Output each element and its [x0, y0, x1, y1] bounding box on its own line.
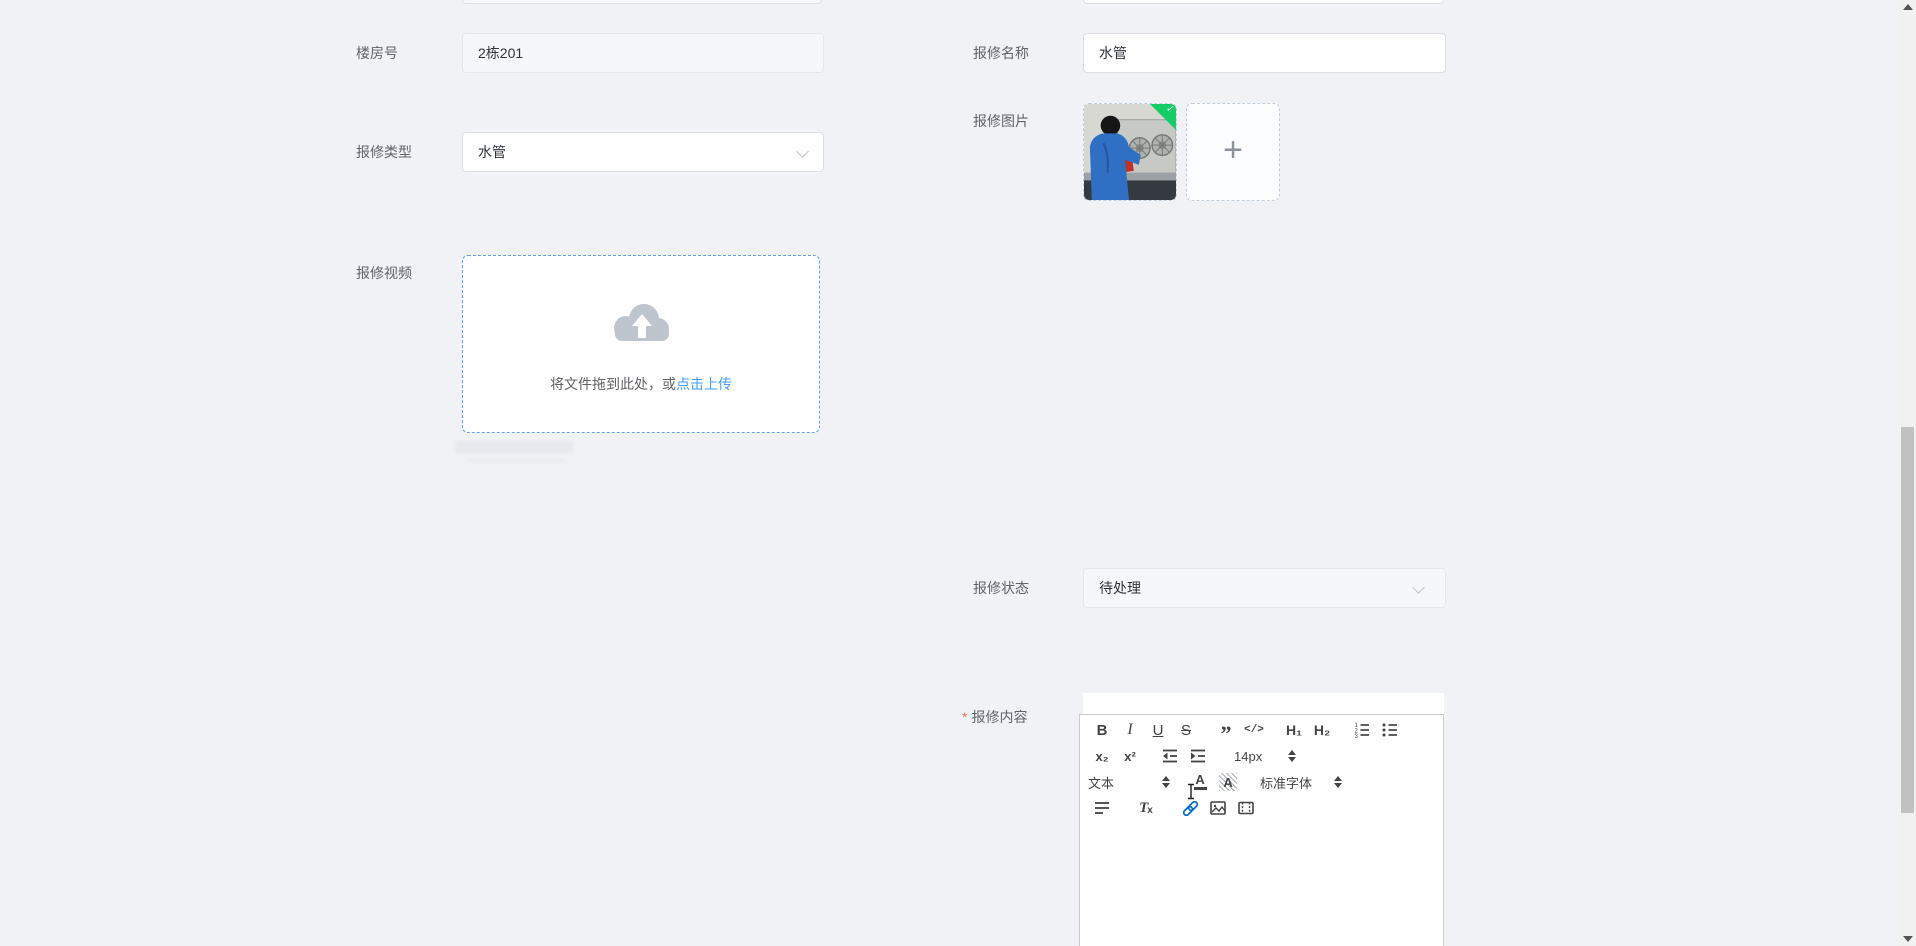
text-cursor — [1188, 783, 1194, 800]
repair-type-select[interactable]: 水管 — [462, 132, 824, 172]
toolbar-row-3: 文本 A A 标准字体 — [1080, 769, 1443, 795]
repair-images-label: 报修图片 — [973, 113, 1029, 129]
plus-icon: + — [1223, 131, 1243, 169]
repair-name-input[interactable]: 水管 — [1083, 33, 1446, 73]
svg-text:3: 3 — [1355, 734, 1359, 739]
paragraph-style-value: 文本 — [1088, 775, 1115, 791]
partial-input-right[interactable] — [1083, 0, 1444, 4]
picker-arrows-icon — [1334, 776, 1343, 788]
link-icon — [1182, 800, 1198, 816]
video-upload-dropzone[interactable]: 将文件拖到此处，或点击上传 — [462, 255, 820, 433]
rich-text-toolbar: B I U S ” </> H₁ H₂ 123 x₂ x² 14px 文本 A … — [1079, 714, 1444, 828]
font-family-picker[interactable]: 标准字体 — [1260, 773, 1343, 792]
bullet-list-icon — [1382, 723, 1397, 737]
background-color-button[interactable]: A — [1214, 770, 1242, 794]
picker-arrows-icon — [1288, 750, 1297, 762]
repair-status-select[interactable]: 待处理 — [1083, 568, 1446, 608]
video-icon — [1238, 801, 1254, 815]
blockquote-button[interactable]: ” — [1212, 714, 1240, 746]
repair-type-label: 报修类型 — [356, 144, 412, 160]
code-block-button[interactable]: </> — [1240, 718, 1268, 742]
heading1-button[interactable]: H₁ — [1280, 718, 1308, 742]
upload-cloud-icon — [614, 304, 669, 341]
building-no-input[interactable]: 2栋201 — [462, 33, 824, 73]
picker-arrows-icon — [1162, 776, 1171, 788]
outdent-button[interactable] — [1156, 744, 1184, 768]
repair-form-page: 楼房号 2栋201 报修类型 水管 报修视频 将文件拖到此处，或点击上传 报修名… — [0, 0, 1916, 946]
heading2-button[interactable]: H₂ — [1308, 718, 1336, 742]
ordered-list-icon: 123 — [1355, 723, 1369, 739]
background-color-icon: A — [1219, 773, 1238, 791]
repair-name-label: 报修名称 — [973, 45, 1029, 61]
indent-icon — [1191, 749, 1205, 763]
superscript-button[interactable]: x² — [1116, 744, 1144, 768]
scrollbar-down-arrow[interactable] — [1903, 936, 1913, 942]
align-left-icon — [1095, 802, 1109, 814]
align-button[interactable] — [1088, 796, 1116, 820]
underline-button[interactable]: U — [1144, 718, 1172, 742]
bold-button[interactable]: B — [1088, 718, 1116, 742]
indent-button[interactable] — [1184, 744, 1212, 768]
strike-button[interactable]: S — [1172, 718, 1200, 742]
insert-image-button[interactable] — [1204, 796, 1232, 820]
building-no-label: 楼房号 — [356, 45, 398, 61]
add-image-button[interactable]: + — [1186, 103, 1280, 201]
faded-upload-tip-line — [468, 458, 566, 463]
outdent-icon — [1163, 749, 1177, 763]
toolbar-row-1: B I U S ” </> H₁ H₂ 123 — [1080, 714, 1443, 746]
ordered-list-button[interactable]: 123 — [1348, 718, 1376, 742]
insert-video-button[interactable] — [1232, 796, 1260, 820]
subscript-button[interactable]: x₂ — [1088, 744, 1116, 768]
image-icon — [1210, 801, 1226, 815]
repair-video-label: 报修视频 — [356, 265, 412, 281]
editor-wrapper-strip — [1083, 693, 1444, 714]
toolbar-row-2: x₂ x² 14px — [1080, 743, 1443, 769]
repair-status-label: 报修状态 — [973, 580, 1029, 596]
chevron-down-icon — [796, 145, 809, 158]
upload-click-link[interactable]: 点击上传 — [676, 376, 732, 392]
italic-button[interactable]: I — [1116, 718, 1144, 742]
repair-status-value: 待处理 — [1099, 580, 1141, 596]
check-icon: ✓ — [1164, 103, 1176, 116]
toolbar-row-4: Tx — [1080, 795, 1443, 821]
chevron-down-icon — [1412, 581, 1425, 594]
required-asterisk: * — [962, 709, 968, 725]
uploaded-image-thumbnail[interactable]: ✓ — [1083, 103, 1177, 201]
paragraph-style-picker[interactable]: 文本 — [1088, 773, 1171, 792]
upload-drag-text: 将文件拖到此处，或 — [550, 376, 676, 392]
font-family-value: 标准字体 — [1260, 775, 1313, 791]
scrollbar-thumb[interactable] — [1901, 427, 1914, 813]
scrollbar-up-arrow[interactable] — [1903, 4, 1913, 10]
font-size-picker[interactable]: 14px — [1234, 748, 1297, 764]
partial-input-left[interactable] — [462, 0, 822, 4]
bullet-list-button[interactable] — [1376, 718, 1404, 742]
faded-upload-tip — [455, 441, 573, 453]
repair-content-label: * 报修内容 — [962, 709, 1028, 725]
clear-format-button[interactable]: Tx — [1132, 796, 1160, 820]
repair-type-value: 水管 — [478, 144, 506, 160]
rich-text-content-area[interactable] — [1079, 827, 1444, 946]
font-size-value: 14px — [1234, 748, 1263, 764]
